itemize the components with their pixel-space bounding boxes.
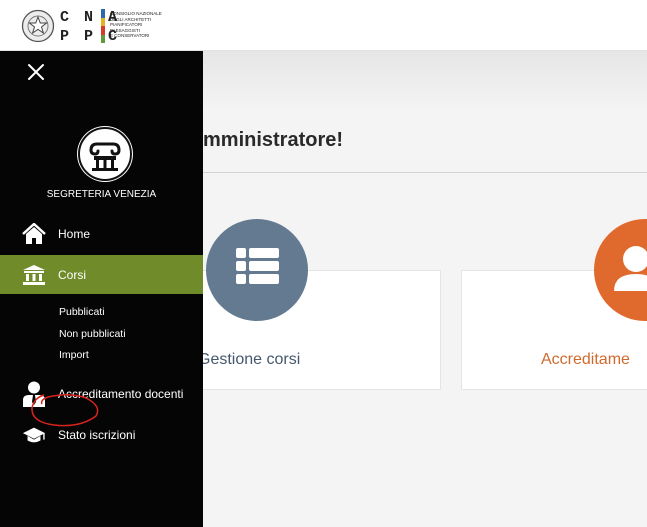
italian-emblem-icon xyxy=(21,9,55,43)
logo-bar xyxy=(101,17,105,26)
sidebar-item-label: Stato iscrizioni xyxy=(58,428,136,442)
avatar xyxy=(77,126,133,182)
subitem-import[interactable]: Import xyxy=(59,349,89,361)
gestione-corsi-title[interactable]: Gestione corsi xyxy=(203,351,300,369)
user-name: SEGRETERIA VENEZIA xyxy=(46,189,157,200)
gestione-corsi-badge[interactable] xyxy=(206,219,308,321)
subitem-non-pubblicati[interactable]: Non pubblicati xyxy=(59,328,126,340)
divider xyxy=(203,172,647,173)
sidebar-item-label: Home xyxy=(58,227,91,241)
top-header: C N A P P C CONSIGLIO NAZIONALE DEGLI AR… xyxy=(0,0,647,51)
sidebar-item-label: Corsi xyxy=(58,267,87,282)
main-content: mministratore! Gestione corsi Accreditam… xyxy=(203,51,647,527)
user-icon xyxy=(614,246,647,291)
logo-color-bars xyxy=(101,9,105,43)
accreditamento-badge[interactable] xyxy=(594,219,647,321)
institution-icon xyxy=(22,263,46,287)
user-tie-icon xyxy=(22,381,46,407)
logo-bar xyxy=(101,34,105,43)
home-icon xyxy=(22,222,46,246)
close-icon[interactable] xyxy=(27,63,45,81)
sidebar-item-home[interactable]: Home xyxy=(0,215,203,253)
list-icon xyxy=(236,248,279,284)
sidebar: SEGRETERIA VENEZIA Home Corsi Pubblicati… xyxy=(0,51,203,527)
logo-bar xyxy=(101,9,105,18)
accreditamento-title[interactable]: Accreditame xyxy=(541,351,630,369)
subitem-pubblicati[interactable]: Pubblicati xyxy=(59,306,105,318)
logo-bar xyxy=(101,26,105,35)
welcome-heading: mministratore! xyxy=(203,129,344,151)
logo-fine-print: CONSIGLIO NAZIONALE DEGLI ARCHITETTI PIA… xyxy=(110,11,162,38)
graduation-cap-icon xyxy=(22,423,46,447)
column-capital-icon xyxy=(78,127,132,181)
sidebar-item-label: Accreditamento docenti xyxy=(58,387,184,401)
sidebar-item-corsi[interactable]: Corsi xyxy=(0,255,203,294)
sidebar-item-stato-iscrizioni[interactable]: Stato iscrizioni xyxy=(0,416,203,454)
sidebar-item-accreditamento-docenti[interactable]: Accreditamento docenti xyxy=(0,375,203,413)
